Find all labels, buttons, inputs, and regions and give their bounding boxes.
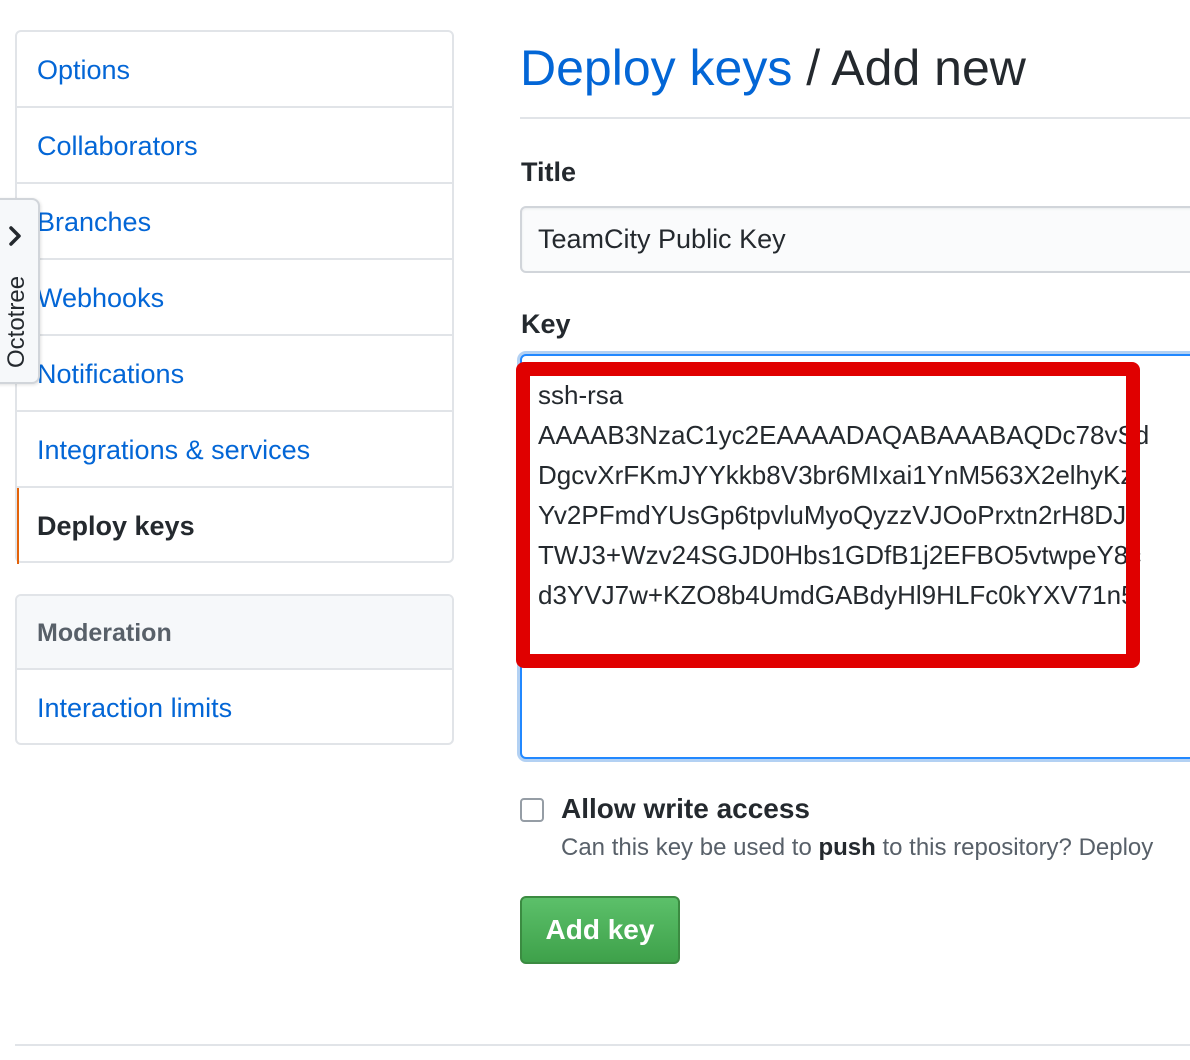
key-content: ssh-rsa AAAAB3NzaC1yc2EAAAADAQABAAABAQDc… xyxy=(538,375,1190,615)
sidebar-item-options[interactable]: Options xyxy=(17,32,452,108)
key-line: d3YVJ7w+KZO8b4UmdGABdyHl9HLFc0kYXV71n5 xyxy=(538,580,1136,610)
sidebar-item-deploy-keys[interactable]: Deploy keys xyxy=(17,488,452,564)
footer-divider xyxy=(15,1044,1190,1046)
key-line: ssh-rsa xyxy=(538,380,624,410)
sidebar-item-branches[interactable]: Branches xyxy=(17,184,452,260)
breadcrumb-deploy-keys-link[interactable]: Deploy keys xyxy=(520,40,792,96)
breadcrumb-current: Add new xyxy=(831,40,1026,96)
key-line: Yv2PFmdYUsGp6tpvluMyoQyzzVJOoPrxtn2rH8DJ xyxy=(538,500,1127,530)
sidebar-item-notifications[interactable]: Notifications xyxy=(17,336,452,412)
key-label: Key xyxy=(521,309,571,339)
breadcrumb-separator: / xyxy=(806,40,821,96)
key-line: TWJ3+Wzv24SGJD0Hbs1GDfB1j2EFBO5vtwpeY8c xyxy=(538,540,1142,570)
moderation-menu: Moderation Interaction limits xyxy=(15,594,454,745)
key-line: DgcvXrFKmJYYkkb8V3br6MIxai1YnM563X2elhyK… xyxy=(538,460,1134,490)
settings-menu: Options Collaborators Branches Webhooks … xyxy=(15,30,454,564)
write-access-note: Can this key be used to push to this rep… xyxy=(561,834,1153,862)
octotree-label: Octotree xyxy=(3,275,30,368)
add-key-button[interactable]: Add key xyxy=(520,896,680,964)
octotree-toggle[interactable]: Octotree xyxy=(0,198,40,384)
title-label: Title xyxy=(521,157,577,187)
moderation-heading: Moderation xyxy=(17,596,452,670)
heading-divider xyxy=(520,117,1190,119)
note-prefix: Can this key be used to xyxy=(561,834,819,861)
key-line: AAAAB3NzaC1yc2EAAAADAQABAAABAQDc78vSd xyxy=(538,420,1150,450)
allow-write-access-label[interactable]: Allow write access xyxy=(561,793,810,825)
allow-write-access-checkbox[interactable] xyxy=(520,798,544,822)
title-input[interactable] xyxy=(520,206,1190,273)
chevron-right-icon xyxy=(9,226,21,246)
note-bold: push xyxy=(818,834,876,861)
note-suffix: to this repository? Deploy xyxy=(875,834,1154,861)
page: Options Collaborators Branches Webhooks … xyxy=(0,0,1190,1060)
sidebar-item-interaction-limits[interactable]: Interaction limits xyxy=(17,670,452,746)
page-title: Deploy keys / Add new xyxy=(520,38,1026,98)
sidebar-item-collaborators[interactable]: Collaborators xyxy=(17,108,452,184)
sidebar-item-integrations[interactable]: Integrations & services xyxy=(17,412,452,488)
sidebar-item-webhooks[interactable]: Webhooks xyxy=(17,260,452,336)
